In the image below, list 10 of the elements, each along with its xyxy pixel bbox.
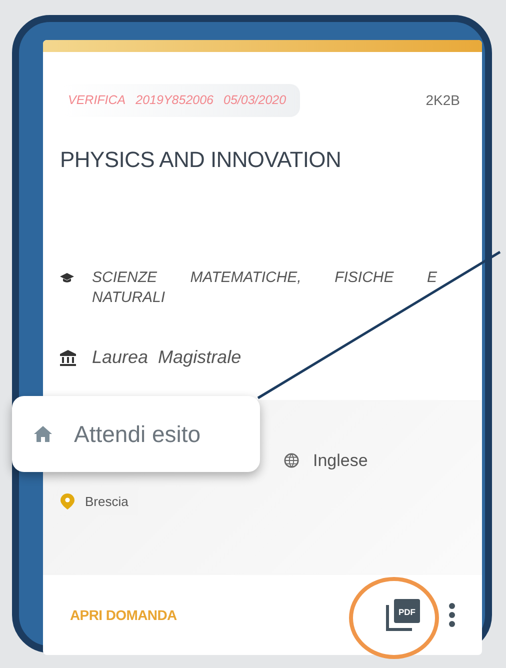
status-text: Attendi esito: [74, 420, 201, 449]
language: Inglese: [313, 450, 368, 472]
tag-date: 05/03/2020: [224, 92, 286, 109]
location-name: Brescia: [85, 492, 128, 510]
tag-code: 2019Y852006: [136, 92, 214, 109]
degree-type: Laurea Magistrale: [92, 346, 242, 370]
course-title: PHYSICS AND INNOVATION: [60, 146, 342, 174]
class-code: 2K2B: [426, 90, 460, 110]
tag-label: VERIFICA: [68, 92, 126, 109]
department-name: SCIENZE MATEMATICHE, FISICHE E NATURALI: [92, 268, 437, 308]
